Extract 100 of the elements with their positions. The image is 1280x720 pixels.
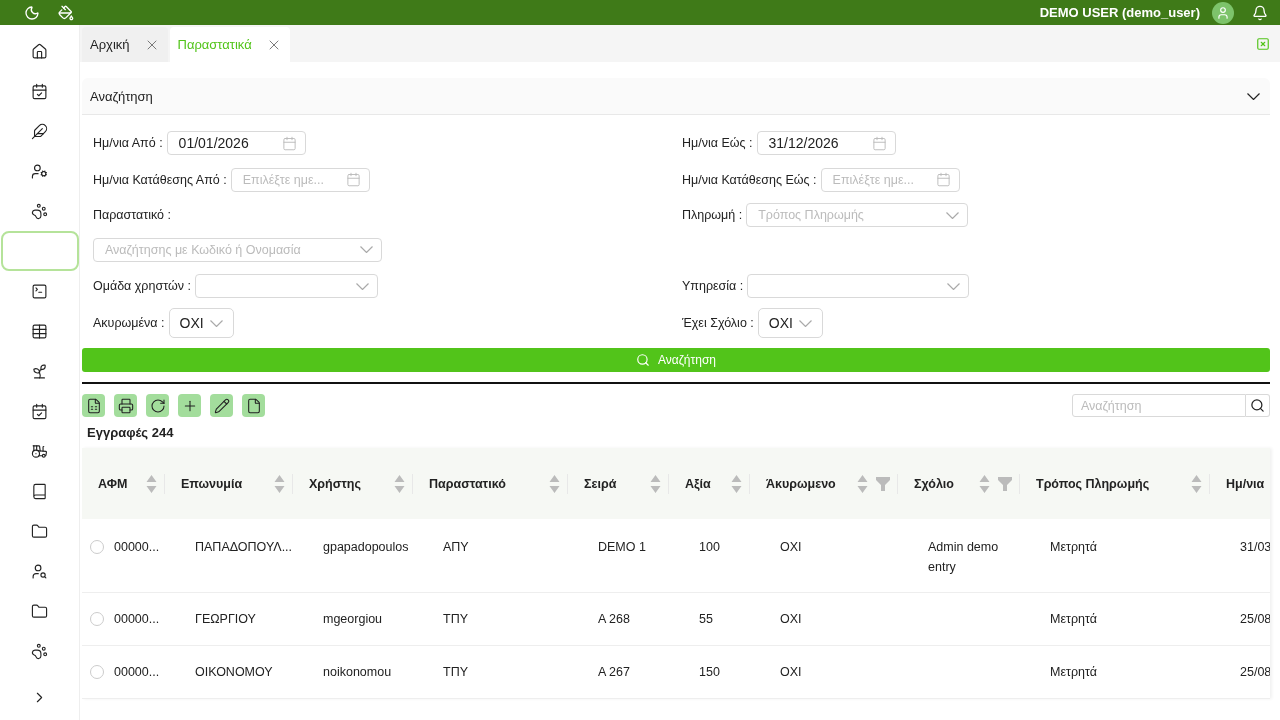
field-label: Ημ/νια Κατάθεσης Από : (93, 172, 227, 187)
paint-bucket-icon[interactable] (58, 4, 74, 21)
column-header: Σειρά (584, 475, 618, 493)
tab[interactable]: Παραστατικά (169, 27, 290, 62)
sort-icon[interactable] (650, 473, 661, 494)
pencil-button[interactable] (210, 394, 233, 417)
column-header: Παραστατικό (429, 475, 507, 493)
file-button[interactable] (242, 394, 265, 417)
table-cell: ΤΠΥ (443, 664, 468, 679)
tab[interactable]: Αρχική (82, 27, 168, 62)
bell-icon[interactable] (1252, 4, 1268, 21)
column-header: Ημ/νια (1226, 475, 1266, 493)
field-label: Ημ/νια Εώς : (682, 136, 753, 150)
search-icon (636, 353, 650, 367)
table-cell: Μετρητά (1050, 540, 1097, 554)
table-cell: ΟΙΚΟΝΟΜΟΥ (195, 664, 273, 679)
column-header: Τρόπος Πληρωμής (1036, 475, 1151, 493)
close-tabs-button[interactable] (1256, 36, 1270, 51)
table-cell: ΟΧΙ (780, 664, 802, 679)
chevron-down-icon (355, 282, 369, 290)
table-cell: ΓΕΩΡΓΙΟΥ (195, 611, 256, 626)
printer-button[interactable] (114, 394, 137, 417)
table-cell: 25/08 (1240, 664, 1270, 679)
table-cell-text: 00000... (114, 663, 160, 681)
date-field[interactable]: 01/01/2026 (166, 131, 306, 155)
select-field[interactable]: ΟΧΙ (168, 308, 234, 338)
sort-icon[interactable] (731, 473, 742, 494)
select-field[interactable] (747, 274, 970, 298)
sort-icon[interactable] (146, 473, 157, 494)
select-field[interactable] (194, 274, 378, 298)
chevron-down-icon (360, 246, 373, 253)
paw-icon (31, 202, 48, 220)
select-field[interactable]: ΟΧΙ (757, 308, 823, 338)
sort-icon[interactable] (979, 473, 990, 494)
table-cell: Α 267 (598, 664, 630, 679)
table-cell: 150 (699, 664, 720, 679)
sort-icon[interactable] (1191, 473, 1202, 494)
date-field[interactable]: 31/12/2026 (756, 131, 896, 155)
column-header: Χρήστης (309, 475, 362, 493)
moon-icon[interactable] (24, 4, 40, 21)
avatar[interactable] (1212, 1, 1234, 24)
table-cell: 100 (699, 540, 720, 554)
table-cell: Μετρητά (1050, 664, 1097, 679)
search-field[interactable]: Αναζήτηση (1072, 394, 1246, 417)
date-field[interactable]: Επιλέξτε ημε... (820, 167, 960, 192)
column-header: Άκυρωμενο (766, 475, 837, 493)
field-label: Ακυρωμένα : (93, 316, 165, 330)
close-icon (1256, 36, 1270, 51)
date-field[interactable]: Επιλέξτε ημε... (230, 167, 370, 192)
table-cell-text: 00000... (114, 539, 160, 556)
calendar-icon (871, 135, 887, 151)
sprout-icon (31, 362, 48, 380)
column-header: Επωνυμία (181, 475, 244, 493)
file-icon (245, 397, 262, 414)
calendar-icon (31, 402, 48, 420)
panel-title: Αναζήτηση (90, 88, 153, 104)
table-cell: Μετρητά (1050, 611, 1097, 626)
table-cell: ΤΠΥ (443, 611, 468, 626)
spreadsheet-button[interactable] (82, 394, 105, 417)
search-icon (1250, 398, 1265, 413)
folder-icon (31, 522, 48, 540)
sort-icon[interactable] (549, 473, 560, 494)
chevron-down-icon (947, 282, 961, 290)
calendar-icon (345, 172, 361, 187)
table-cell: 25/08 (1240, 611, 1270, 626)
field-label: Πληρωμή : (682, 208, 743, 222)
search-button[interactable] (1246, 394, 1270, 417)
filter-icon[interactable] (876, 476, 890, 491)
chevron-down-icon (798, 319, 812, 327)
table-icon (31, 322, 48, 340)
home-icon (31, 42, 48, 60)
user-name: DEMO USER (demo_user) (1039, 5, 1200, 20)
table-cell: 55 (699, 611, 713, 626)
search-button[interactable]: Αναζήτηση (82, 348, 1270, 372)
calendar-icon (935, 172, 951, 187)
book-icon (31, 482, 48, 500)
sort-icon[interactable] (274, 473, 285, 494)
paw-icon (31, 642, 48, 660)
user-search-icon (31, 562, 48, 580)
table-cell: ΟΧΙ (780, 611, 802, 626)
printer-icon (117, 397, 134, 414)
select-field[interactable]: Αναζήτησης με Κωδικό ή Ονομασία (93, 237, 382, 262)
table-cell: ΟΧΙ (780, 540, 802, 554)
refresh-icon (149, 397, 166, 414)
field-label: Ημ/νια Κατάθεσης Εώς : (682, 172, 817, 187)
select-field[interactable]: Τρόπος Πληρωμής (746, 203, 969, 227)
field-label: Παραστατικό : (93, 208, 171, 222)
sort-icon[interactable] (857, 473, 868, 494)
field-label: Ημ/νια Από : (93, 136, 163, 150)
filter-icon[interactable] (998, 476, 1012, 491)
sort-icon[interactable] (394, 473, 405, 494)
spreadsheet-icon (85, 397, 102, 414)
pencil-icon (213, 397, 230, 414)
field-label: Ομάδα χρηστών : (93, 279, 191, 293)
table-cell: ΑΠΥ (443, 540, 469, 554)
folder-icon (31, 602, 48, 620)
column-header: ΑΦΜ (98, 475, 129, 493)
field-label: Έχει Σχόλιο : (682, 316, 754, 330)
plus-button[interactable] (178, 394, 201, 417)
refresh-button[interactable] (146, 394, 169, 417)
